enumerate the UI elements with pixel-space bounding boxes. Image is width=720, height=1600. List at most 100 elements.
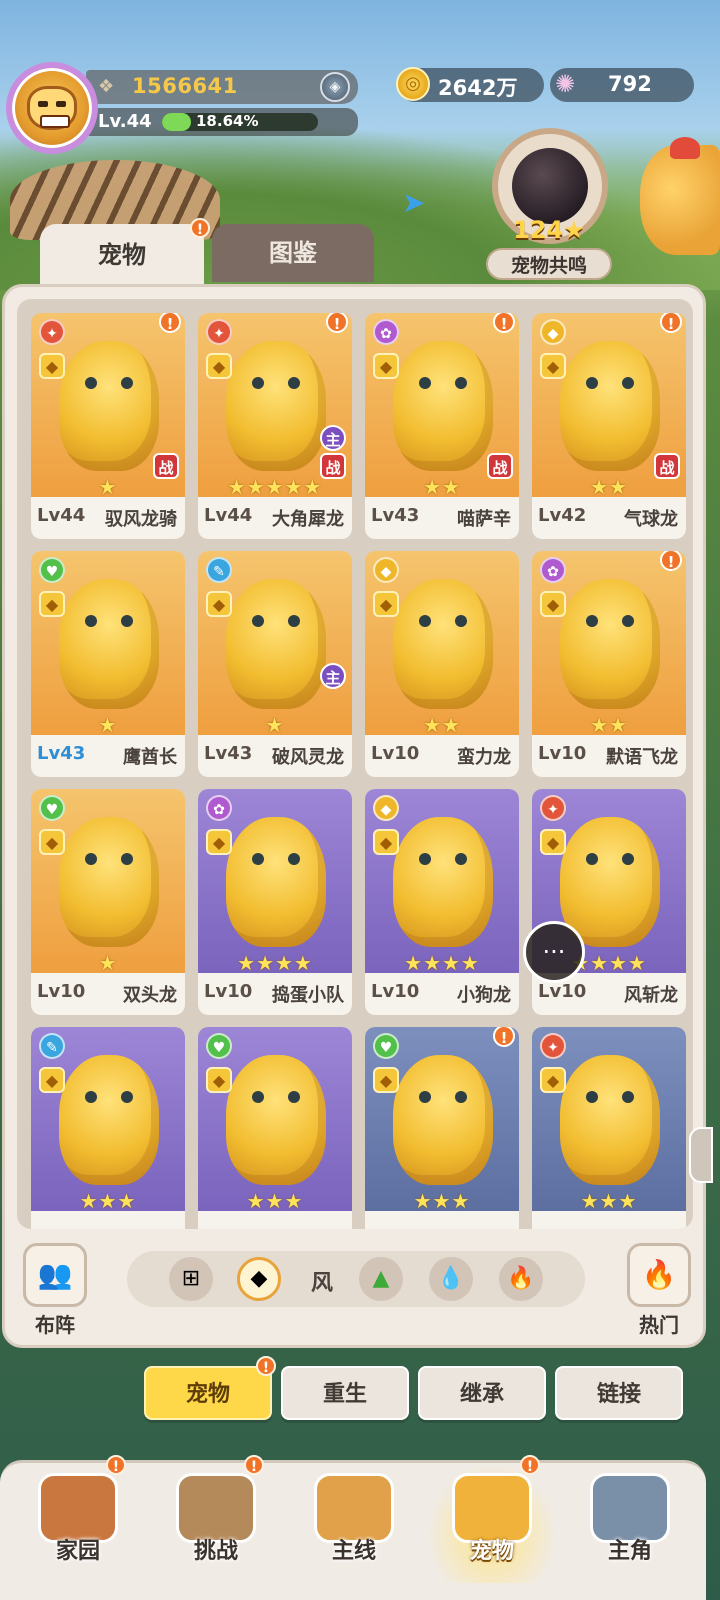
shell-currency[interactable]: ✺ 792 bbox=[550, 68, 694, 102]
pet-creature-icon bbox=[393, 1055, 493, 1185]
element-icon: ♥ bbox=[373, 1033, 399, 1059]
pet-creature-icon bbox=[59, 817, 159, 947]
pet-info: Lv42 气球龙 bbox=[532, 497, 686, 539]
alert-badge: ! bbox=[106, 1455, 126, 1475]
fire-filter-icon[interactable]: 🔥 bbox=[499, 1257, 543, 1301]
pet-card[interactable]: ◆ ◆ ★★ 战 ! Lv42 气球龙 bbox=[532, 313, 686, 539]
pet-creature-icon bbox=[393, 579, 493, 709]
pet-level: Lv10 bbox=[371, 743, 420, 764]
battle-tag: 战 bbox=[320, 453, 346, 479]
pet-name: 默语飞龙 bbox=[606, 747, 678, 768]
element-icon: ✿ bbox=[206, 795, 232, 821]
element-icon: ✎ bbox=[39, 1033, 65, 1059]
pet-info bbox=[198, 1211, 352, 1229]
element-icon: ✿ bbox=[540, 557, 566, 583]
pet-name: 大角犀龙 bbox=[272, 509, 344, 530]
pet-info: Lv44 大角犀龙 bbox=[198, 497, 352, 539]
hot-sort-button[interactable]: 🔥 bbox=[627, 1243, 691, 1307]
tab-encyclopedia-label: 图鉴 bbox=[269, 239, 317, 267]
subtab-button[interactable]: 链接 bbox=[555, 1366, 683, 1420]
subtab-label: 链接 bbox=[596, 1382, 641, 1407]
pet-creature-icon bbox=[59, 341, 159, 471]
pet-card[interactable]: ✿ ◆ ★★★★ Lv10 捣蛋小队 bbox=[198, 789, 352, 1015]
pet-info: Lv43 喵萨辛 bbox=[365, 497, 519, 539]
pet-stars: ★★★ bbox=[580, 1189, 638, 1213]
nav-label: 挑战 bbox=[193, 1539, 238, 1564]
subtab-button[interactable]: 继承 bbox=[418, 1366, 546, 1420]
pet-creature-icon bbox=[226, 1055, 326, 1185]
nav-item[interactable]: ! 挑战 bbox=[150, 1455, 282, 1583]
element-icon: ✎ bbox=[206, 557, 232, 583]
pet-level: Lv44 bbox=[37, 505, 86, 526]
pet-grid[interactable]: ✦ ◆ ★ 战 ! Lv44 驭风龙骑 ✦ ◆ ★★★★★ 战 主 ! Lv44… bbox=[17, 299, 693, 1229]
pet-art: ♥ ◆ ★★★ bbox=[365, 1027, 519, 1213]
nav-item[interactable]: 主角 bbox=[564, 1463, 696, 1583]
pet-card[interactable]: ◆ ◆ ★★ Lv10 蛮力龙 bbox=[365, 551, 519, 777]
pet-stars: ★★★★ bbox=[404, 951, 480, 975]
formation-label: 布阵 bbox=[35, 1313, 75, 1337]
pet-card[interactable]: ✦ ◆ ★★★ bbox=[532, 1027, 686, 1229]
all-filter-grid-icon[interactable]: ⊞ bbox=[169, 1257, 213, 1301]
pet-card[interactable]: ◆ ◆ ★★★★ Lv10 小狗龙 bbox=[365, 789, 519, 1015]
pet-creature-icon bbox=[226, 579, 326, 709]
nav-item[interactable]: ! 宠物 bbox=[426, 1455, 558, 1583]
pet-card[interactable]: ♥ ◆ ★ Lv10 双头龙 bbox=[31, 789, 185, 1015]
subtab-label: 宠物 bbox=[185, 1382, 230, 1407]
gold-amount: 2642万 bbox=[438, 76, 518, 100]
pet-card[interactable]: ✎ ◆ ★ 主 Lv43 破风灵龙 bbox=[198, 551, 352, 777]
pet-stars: ★★ bbox=[590, 713, 628, 737]
pet-card[interactable]: ✿ ◆ ★★ 战 ! Lv43 喵萨辛 bbox=[365, 313, 519, 539]
shell-amount: 792 bbox=[608, 72, 652, 96]
tab-encyclopedia[interactable]: 图鉴 bbox=[212, 224, 374, 282]
element-icon: ✦ bbox=[540, 1033, 566, 1059]
pet-level: Lv44 bbox=[204, 505, 253, 526]
element-icon: ◆ bbox=[373, 795, 399, 821]
pet-card[interactable]: ✿ ◆ ★★ ! Lv10 默语飞龙 bbox=[532, 551, 686, 777]
tab-pets-label: 宠物 bbox=[98, 241, 146, 269]
pet-info bbox=[31, 1211, 185, 1229]
tab-pets[interactable]: 宠物 ! bbox=[40, 218, 210, 290]
blue-bird-icon: ➤ bbox=[402, 186, 426, 219]
pet-info: Lv43 破风灵龙 bbox=[198, 735, 352, 777]
flame-icon: 🔥 bbox=[641, 1258, 677, 1291]
pet-stars: ★ bbox=[98, 951, 118, 975]
formation-button[interactable]: 👥 bbox=[23, 1243, 87, 1307]
pet-art: ✦ ◆ ★★★ bbox=[532, 1027, 686, 1213]
wind-filter-label: 风 bbox=[311, 1271, 334, 1296]
pet-level: Lv42 bbox=[538, 505, 587, 526]
pet-art: ✿ ◆ ★★ 战 bbox=[365, 313, 519, 499]
power-icon: ❖ bbox=[98, 76, 115, 97]
hot-sort-label: 热门 bbox=[639, 1313, 679, 1337]
pet-level: Lv10 bbox=[37, 981, 86, 1002]
earth-filter-icon[interactable]: ▲ bbox=[359, 1257, 403, 1301]
element-icon: ✿ bbox=[373, 319, 399, 345]
pet-art: ♥ ◆ ★ bbox=[31, 789, 185, 975]
pet-creature-icon bbox=[59, 579, 159, 709]
pet-resonance-button[interactable]: 124★ 宠物共鸣 bbox=[478, 128, 620, 283]
wind-type-icon: ◆ bbox=[373, 829, 399, 855]
wind-filter-icon[interactable]: ◆ bbox=[237, 1257, 281, 1301]
subtab-button[interactable]: 重生 bbox=[281, 1366, 409, 1420]
wind-type-icon: ◆ bbox=[206, 829, 232, 855]
player-score: 1566641 bbox=[132, 74, 238, 98]
pet-creature-icon bbox=[393, 341, 493, 471]
pet-card[interactable]: ✦ ◆ ★★★★★ 战 主 ! Lv44 大角犀龙 bbox=[198, 313, 352, 539]
xp-progress-fill bbox=[162, 113, 192, 131]
water-filter-icon[interactable]: 💧 bbox=[429, 1257, 473, 1301]
subtab-button[interactable]: 宠物! bbox=[144, 1356, 276, 1420]
gold-currency[interactable]: ◎ 2642万 bbox=[396, 67, 544, 102]
pet-card[interactable]: ✦ ◆ ★ 战 ! Lv44 驭风龙骑 bbox=[31, 313, 185, 539]
compass-icon[interactable]: ◈ bbox=[320, 72, 350, 102]
side-scroll-handle[interactable] bbox=[689, 1127, 713, 1183]
pet-card[interactable]: ♥ ◆ ★★★ bbox=[198, 1027, 352, 1229]
nav-item[interactable]: 主线 bbox=[288, 1463, 420, 1583]
xp-percent: 18.64% bbox=[196, 112, 259, 130]
pet-card[interactable]: ♥ ◆ ★★★ ! bbox=[365, 1027, 519, 1229]
chat-bubble-icon[interactable]: ··· bbox=[523, 921, 585, 983]
pet-card[interactable]: ♥ ◆ ★ Lv43 鹰酋长 bbox=[31, 551, 185, 777]
pet-card[interactable]: ✎ ◆ ★★★ bbox=[31, 1027, 185, 1229]
nav-item[interactable]: ! 家园 bbox=[12, 1455, 144, 1583]
pet-stars: ★ bbox=[98, 713, 118, 737]
player-avatar[interactable] bbox=[6, 62, 98, 154]
pet-art: ✿ ◆ ★★★★ bbox=[198, 789, 352, 975]
